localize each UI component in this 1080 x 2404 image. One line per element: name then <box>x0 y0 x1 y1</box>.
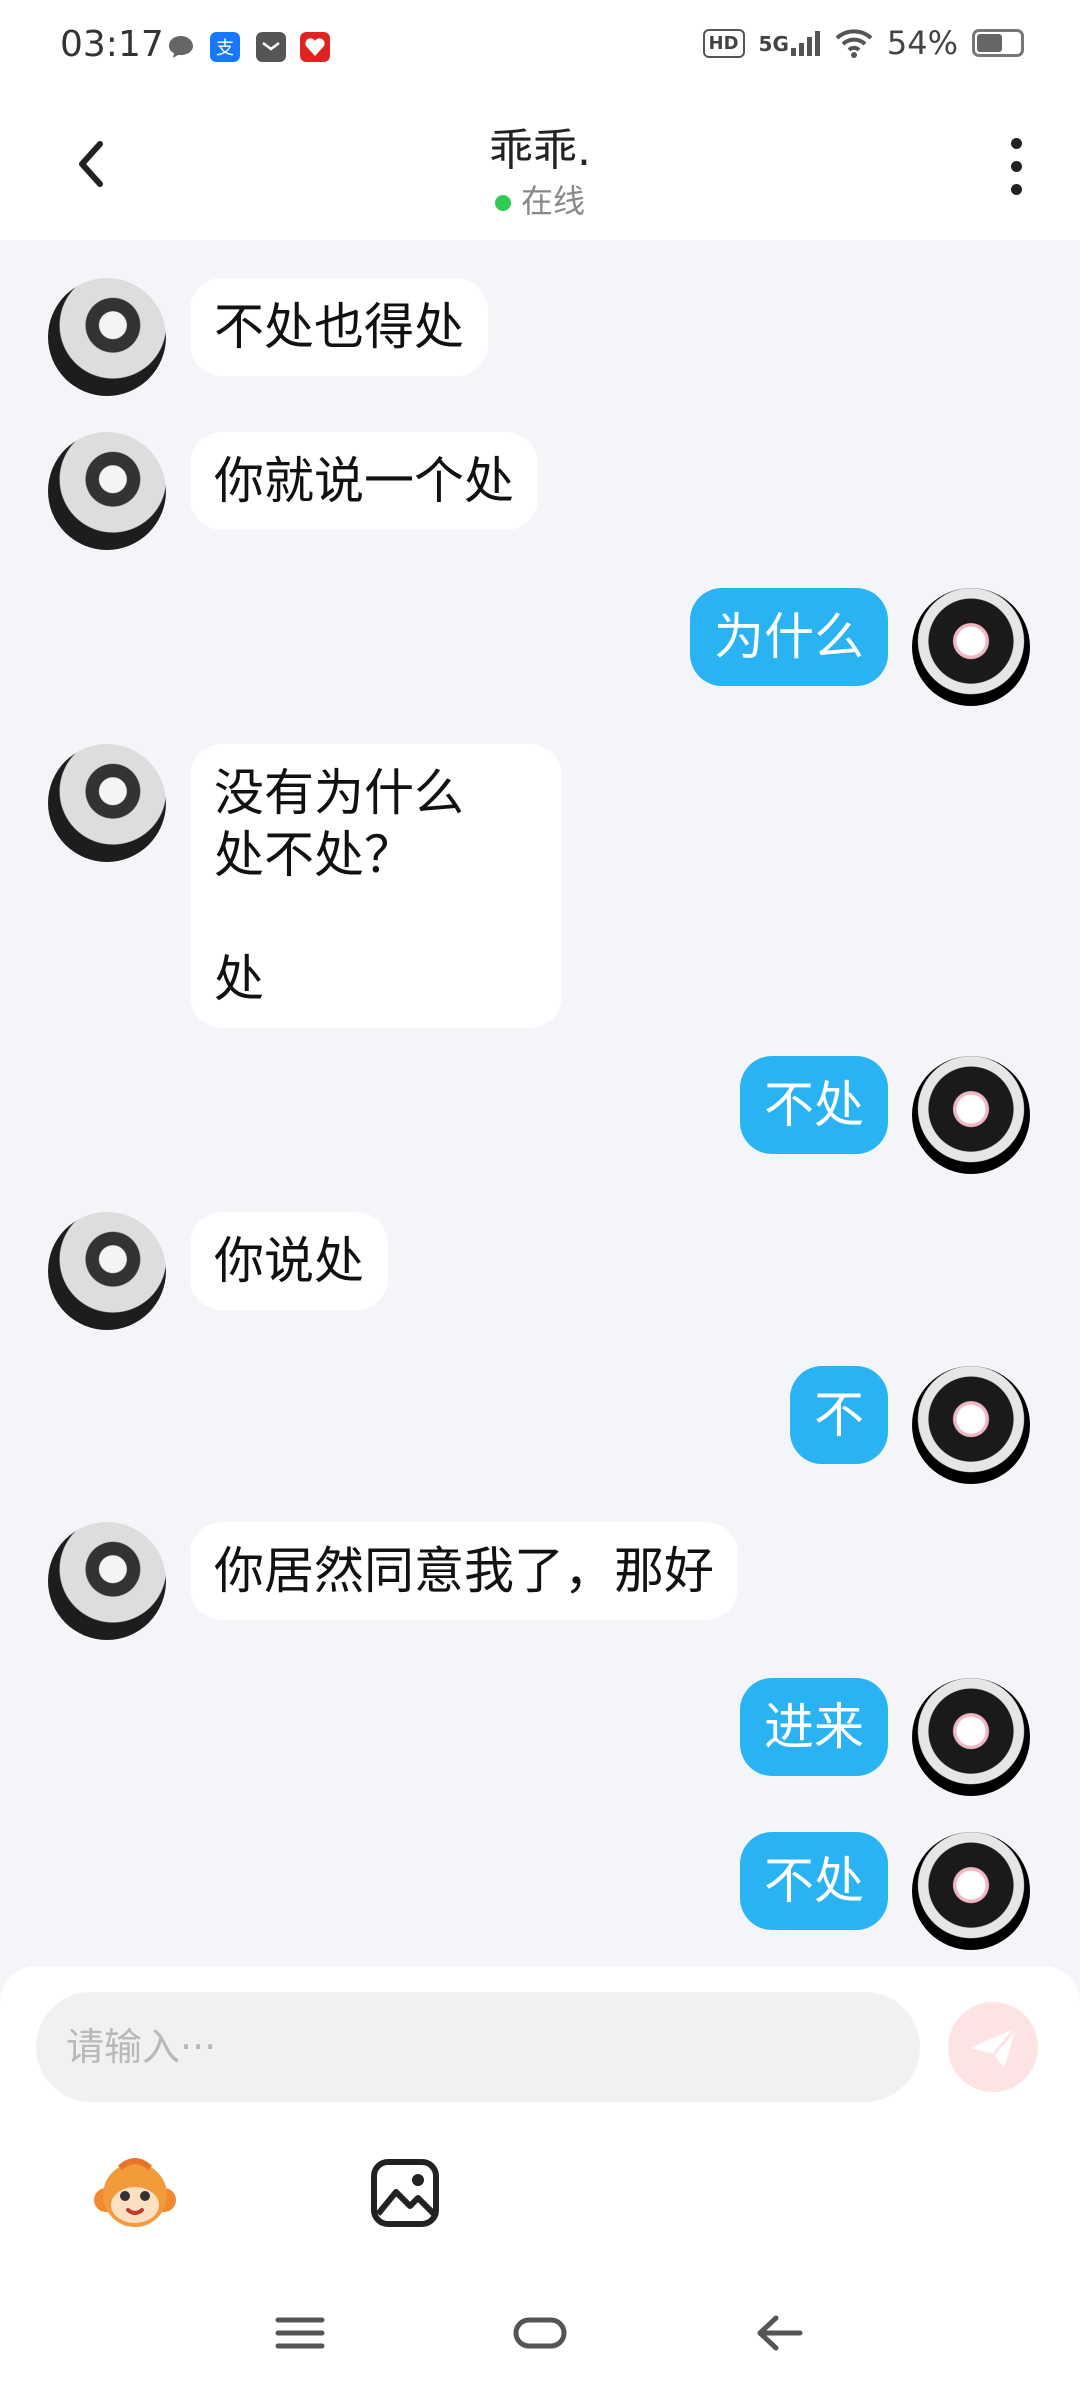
message-input[interactable] <box>36 1992 920 2102</box>
status-time: 03:17 <box>60 24 164 65</box>
battery-icon <box>972 29 1024 57</box>
image-icon <box>371 2159 439 2227</box>
svg-text:支: 支 <box>216 38 234 59</box>
my-avatar[interactable] <box>912 588 1030 706</box>
more-options-button[interactable] <box>1004 138 1028 198</box>
status-bar: 03:17 支 HD 5G 54% <box>0 0 1080 96</box>
battery-level <box>977 34 1002 52</box>
alipay-notification-icon: 支 <box>210 32 240 62</box>
chat-header: 乖乖. 在线 <box>0 96 1080 240</box>
wifi-icon <box>835 29 873 58</box>
message-bubble-received[interactable]: 你说处 <box>190 1212 388 1310</box>
message-bubble-sent[interactable]: 为什么 <box>690 588 888 686</box>
cellular-signal-icon: 5G <box>759 30 821 56</box>
message-bubble-sent[interactable]: 不 <box>790 1366 888 1464</box>
monkey-emoji-icon <box>94 2158 176 2227</box>
image-button[interactable] <box>360 2150 450 2240</box>
message-bubble-received[interactable]: 你就说一个处 <box>190 432 538 530</box>
contact-avatar[interactable] <box>48 1212 166 1330</box>
online-status-label: 在线 <box>520 182 585 220</box>
status-indicators: HD 5G 54% <box>702 24 1024 62</box>
contact-avatar[interactable] <box>48 744 166 862</box>
contact-avatar[interactable] <box>48 278 166 396</box>
menu-icon[interactable] <box>270 2308 330 2358</box>
message-bubble-received[interactable]: 你居然同意我了，那好 <box>190 1522 738 1620</box>
message-bubble-received[interactable]: 没有为什么 处不处？ 处 <box>190 744 562 1028</box>
message-bubble-sent[interactable]: 不处 <box>740 1056 888 1154</box>
online-status: 在线 <box>0 176 1080 222</box>
send-icon <box>970 2027 1018 2068</box>
contact-avatar[interactable] <box>48 1522 166 1640</box>
contact-name: 乖乖. <box>489 125 591 176</box>
more-vertical-icon <box>1010 138 1022 149</box>
my-avatar[interactable] <box>912 1056 1030 1174</box>
message-bubble-sent[interactable]: 进来 <box>740 1678 888 1776</box>
back-arrow-icon[interactable] <box>750 2308 810 2358</box>
app-notification-icon <box>300 32 330 62</box>
my-avatar[interactable] <box>912 1832 1030 1950</box>
mail-notification-icon <box>256 32 286 62</box>
emoji-button[interactable] <box>90 2150 180 2240</box>
battery-percent: 54% <box>886 24 958 62</box>
hd-badge: HD <box>702 28 745 58</box>
my-avatar[interactable] <box>912 1366 1030 1484</box>
message-bubble-sent[interactable]: 不处 <box>740 1832 888 1930</box>
online-dot-icon <box>494 195 511 211</box>
contact-avatar[interactable] <box>48 432 166 550</box>
home-icon[interactable] <box>510 2308 570 2358</box>
more-dot <box>1010 161 1022 172</box>
send-button[interactable] <box>948 2002 1038 2092</box>
message-bubble-received[interactable]: 不处也得处 <box>190 278 488 376</box>
message-notification-icon <box>169 36 193 58</box>
more-dot <box>1010 184 1022 195</box>
my-avatar[interactable] <box>912 1678 1030 1796</box>
